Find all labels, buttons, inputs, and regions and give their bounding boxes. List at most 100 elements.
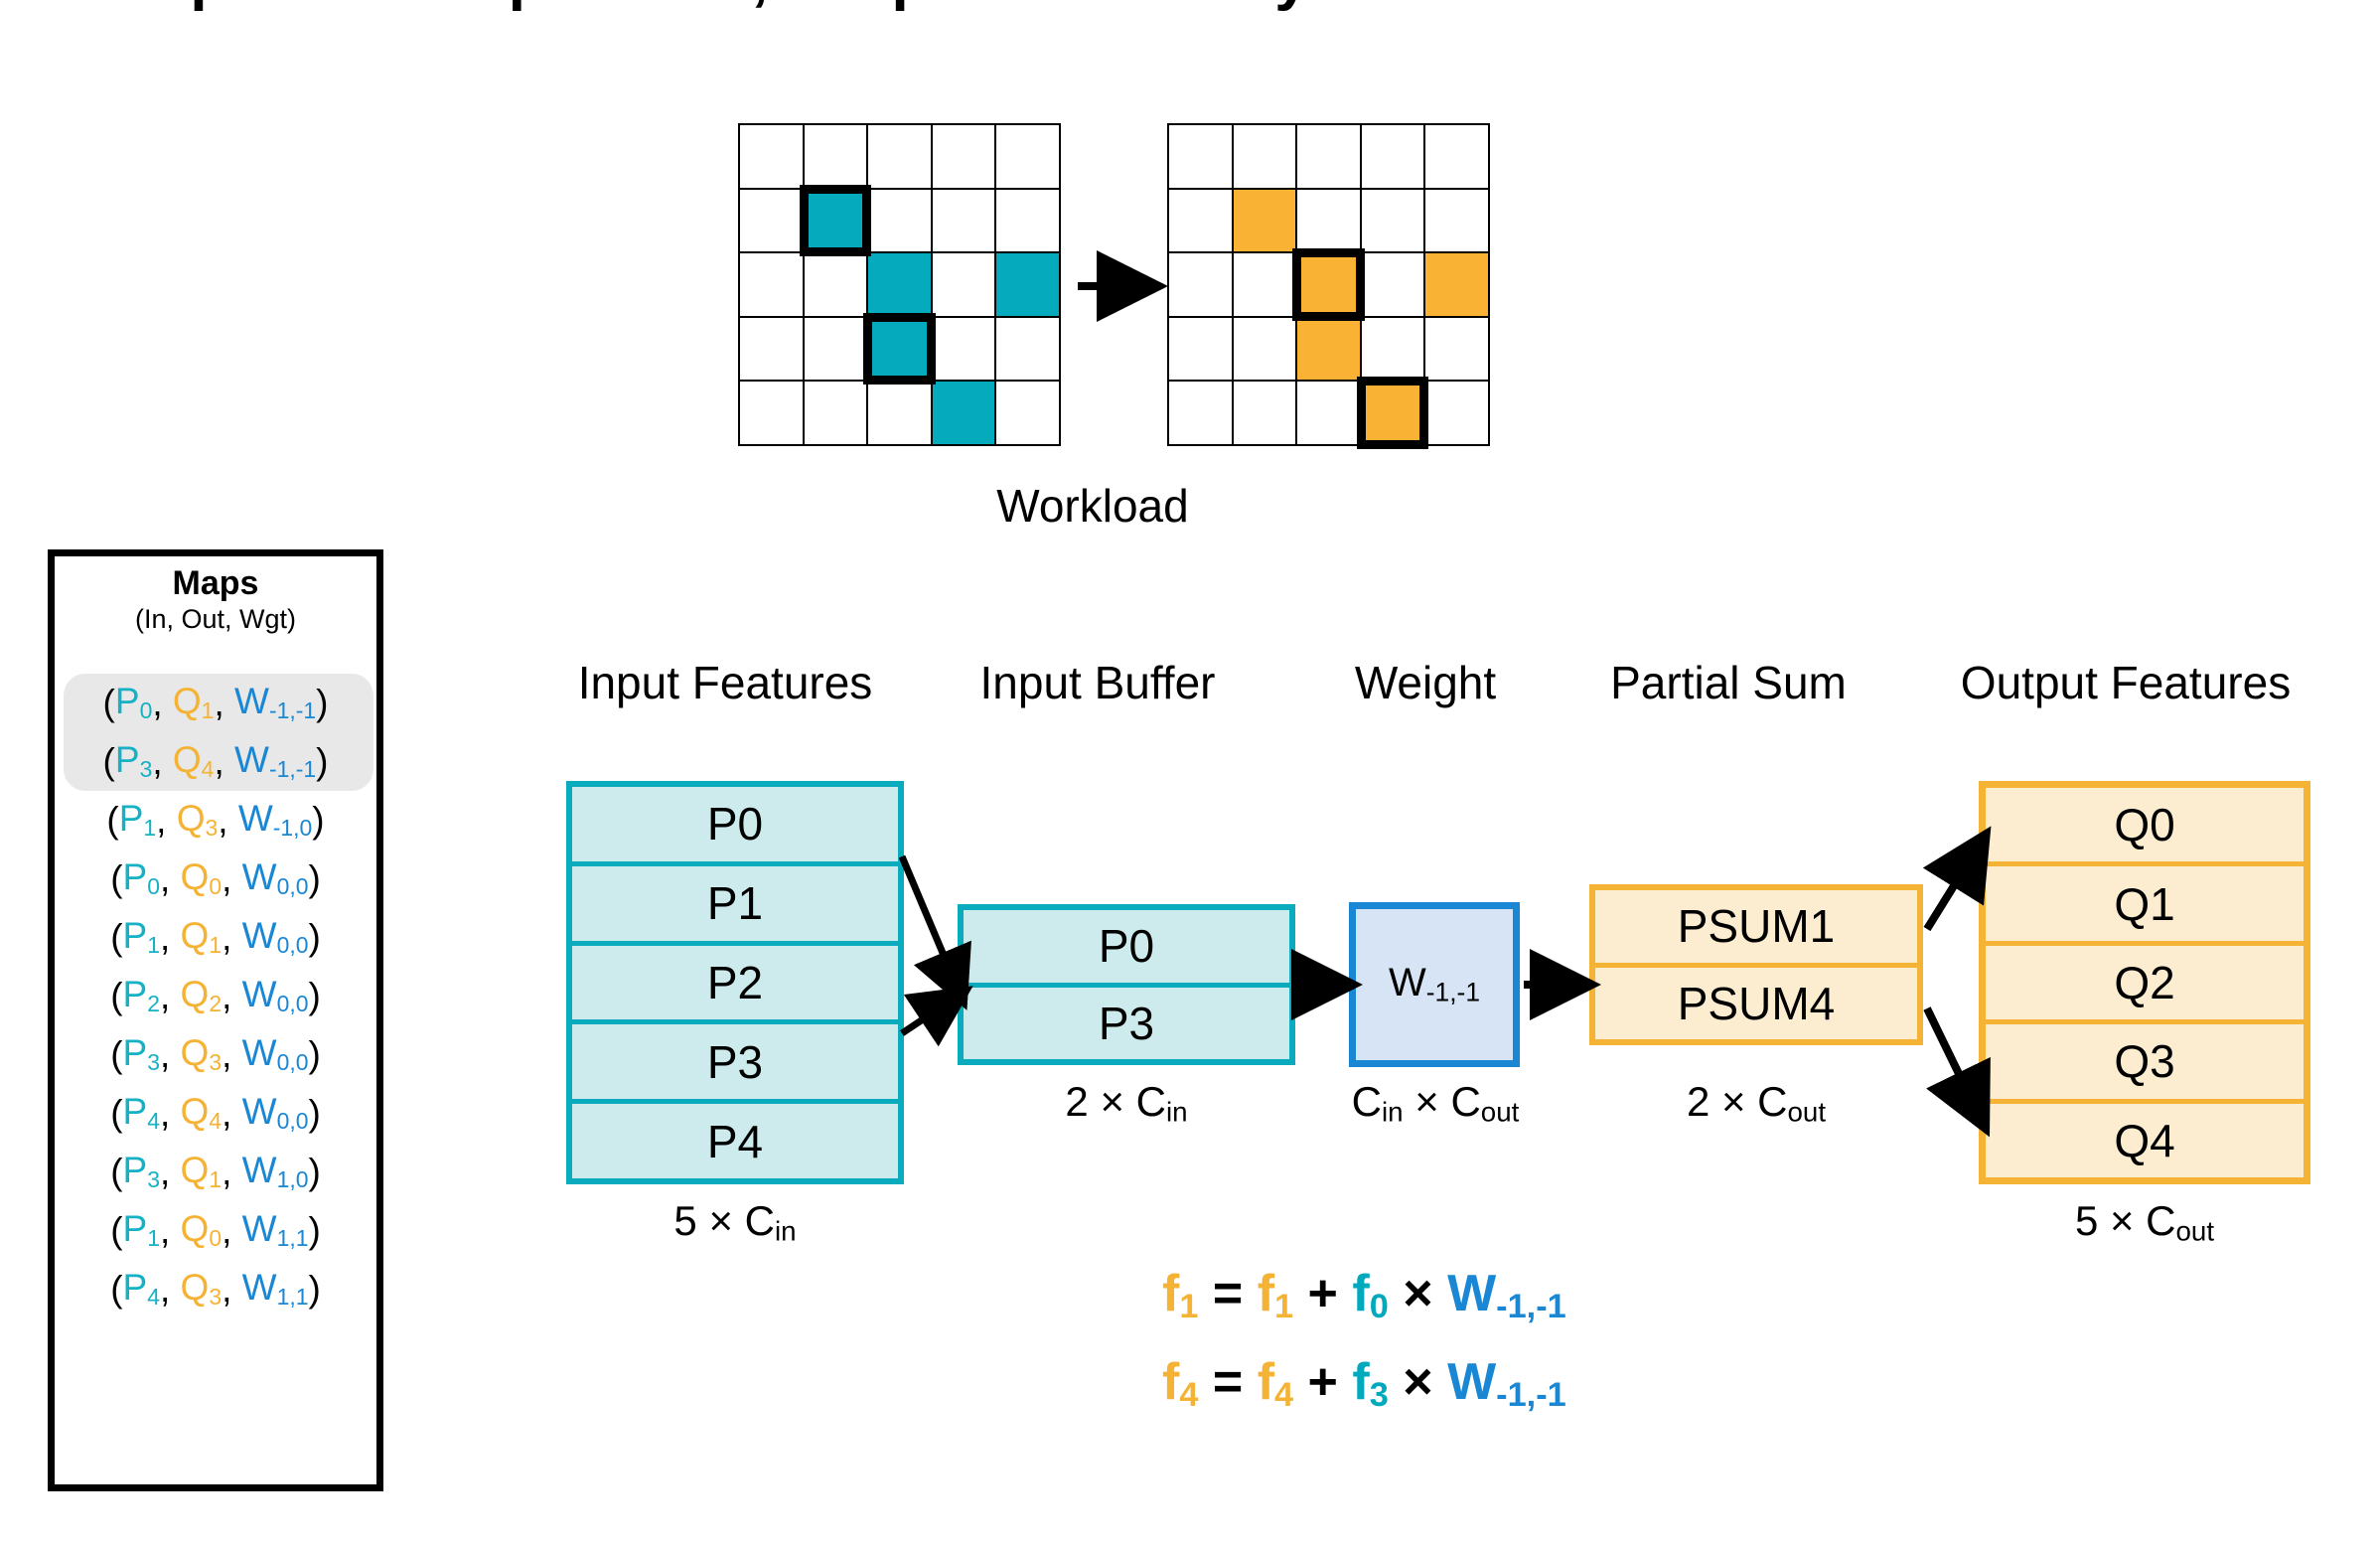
workload-input-grid — [738, 123, 1061, 446]
header-output-features: Output Features — [1960, 657, 2292, 708]
map-paren-close: ) — [308, 857, 321, 899]
input-feature-slot: P1 — [572, 866, 898, 946]
map-comma: , — [159, 975, 181, 1016]
map-comma: , — [222, 975, 242, 1016]
maps-row-list: (P0, Q1, W-1,-1)(P3, Q4, W-1,-1)(P1, Q3,… — [55, 674, 376, 1318]
map-paren-open: ( — [110, 1268, 123, 1310]
map-comma: , — [222, 857, 242, 899]
eq-equals: = — [1198, 1265, 1258, 1322]
grid-cell — [868, 189, 931, 252]
arrow-p0-to-buffer — [898, 854, 971, 1010]
map-input-token: P3 — [122, 1150, 160, 1193]
map-comma: , — [218, 799, 238, 841]
map-output-token: Q0 — [180, 1208, 223, 1252]
map-paren-close: ) — [308, 1033, 321, 1075]
eq-lhs: f4 — [1162, 1352, 1199, 1414]
map-comma: , — [222, 916, 242, 958]
input-feature-slot: P0 — [572, 787, 898, 866]
input-feature-slot: P4 — [706, 1115, 764, 1167]
dim-partial-sum: 2 × Cout — [1589, 1078, 1923, 1129]
dim-text: 5 × Cin — [673, 1197, 797, 1247]
maps-row: (P1, Q0, W1,1) — [55, 1201, 376, 1260]
grid-cell — [863, 312, 936, 385]
map-weight-token: W0,0 — [241, 856, 309, 900]
grid-cell — [1233, 125, 1296, 188]
grid-cell — [868, 253, 931, 316]
map-input-token: P1 — [118, 798, 157, 842]
eq-plus: + — [1293, 1265, 1353, 1322]
map-paren-open: ( — [110, 1209, 123, 1251]
header-weight: Weight — [1354, 657, 1497, 708]
header-input-buffer: Input Buffer — [979, 657, 1216, 708]
grid-cell — [1169, 189, 1232, 252]
map-weight-token: W1,1 — [241, 1267, 309, 1311]
map-input-token: P4 — [122, 1091, 160, 1135]
map-comma: , — [159, 916, 181, 958]
grid-cell — [799, 184, 871, 256]
input-feature-slot: P3 — [572, 1024, 898, 1105]
eq-input: f3 — [1352, 1352, 1389, 1414]
map-paren-open: ( — [106, 799, 119, 841]
map-input-token: P2 — [122, 974, 160, 1017]
equation: f1 = f1 + f0 × W-1,-1 — [1122, 1264, 1818, 1326]
maps-row: (P3, Q3, W0,0) — [55, 1025, 376, 1084]
map-paren-open: ( — [110, 857, 123, 899]
map-comma: , — [152, 740, 173, 782]
maps-row: (P3, Q1, W1,0) — [55, 1143, 376, 1201]
output-features-stack: Q0 Q1 Q2 Q3 Q4 — [1979, 781, 2310, 1184]
grid-cell — [1297, 317, 1360, 381]
grid-cell — [804, 253, 867, 316]
grid-cell — [1425, 189, 1488, 252]
maps-row: (P4, Q3, W1,1) — [55, 1260, 376, 1318]
grid-cell — [740, 317, 803, 381]
grid-cell — [1425, 125, 1488, 188]
map-comma: , — [159, 1268, 181, 1310]
grid-cell — [1297, 189, 1360, 252]
map-comma: , — [214, 682, 234, 723]
grid-cell — [1233, 382, 1296, 444]
dim-input-buffer: 2 × Cin — [958, 1078, 1295, 1129]
maps-row: (P0, Q0, W0,0) — [55, 850, 376, 908]
map-output-token: Q0 — [180, 856, 223, 900]
map-output-token: Q4 — [172, 739, 215, 783]
eq-times: × — [1388, 1352, 1448, 1411]
map-output-token: Q2 — [180, 974, 223, 1017]
grid-cell — [868, 125, 931, 188]
maps-title: Maps — [172, 564, 259, 602]
dim-input-features: 5 × Cin — [566, 1197, 904, 1248]
grid-cell — [996, 317, 1059, 381]
grid-cell — [1361, 317, 1424, 381]
dim-text: 5 × Cout — [2074, 1197, 2215, 1247]
eq-weight: W-1,-1 — [1447, 1352, 1566, 1414]
map-paren-open: ( — [102, 682, 115, 723]
grid-cell — [1169, 317, 1232, 381]
eq-accumulator: f4 — [1257, 1352, 1294, 1414]
grid-cell — [1425, 317, 1488, 381]
maps-subtitle: (In, Out, Wgt) — [134, 603, 297, 634]
grid-cell — [1297, 125, 1360, 188]
input-features-stack: P0 P1 P2 P3 P4 — [566, 781, 904, 1184]
map-weight-token: W-1,0 — [237, 798, 313, 842]
dim-text: 2 × Cout — [1686, 1078, 1827, 1128]
partial-sum-slot: PSUM1 — [1595, 890, 1917, 968]
maps-row: (P2, Q2, W0,0) — [55, 967, 376, 1025]
map-output-token: Q3 — [176, 798, 219, 842]
maps-row: (P1, Q1, W0,0) — [55, 908, 376, 967]
maps-panel: Maps (In, Out, Wgt) (P0, Q1, W-1,-1)(P3,… — [48, 549, 383, 1491]
map-paren-close: ) — [308, 1151, 321, 1192]
map-weight-token: W0,0 — [241, 1032, 309, 1076]
dim-text: 2 × Cin — [1065, 1078, 1188, 1128]
map-paren-close: ) — [308, 1268, 321, 1310]
dim-text: Cin × Cout — [1351, 1078, 1520, 1128]
grid-cell — [932, 382, 995, 444]
grid-cell — [868, 382, 931, 444]
weight-box: W-1,-1 — [1349, 902, 1520, 1067]
map-paren-close: ) — [308, 1209, 321, 1251]
map-paren-open: ( — [110, 975, 123, 1016]
equation: f4 = f4 + f3 × W-1,-1 — [1122, 1352, 1818, 1415]
map-paren-close: ) — [316, 740, 329, 782]
map-comma: , — [159, 1033, 181, 1075]
grid-cell — [1169, 253, 1232, 316]
output-feature-slot: Q4 — [2114, 1114, 2175, 1166]
maps-row: (P3, Q4, W-1,-1) — [55, 732, 376, 791]
